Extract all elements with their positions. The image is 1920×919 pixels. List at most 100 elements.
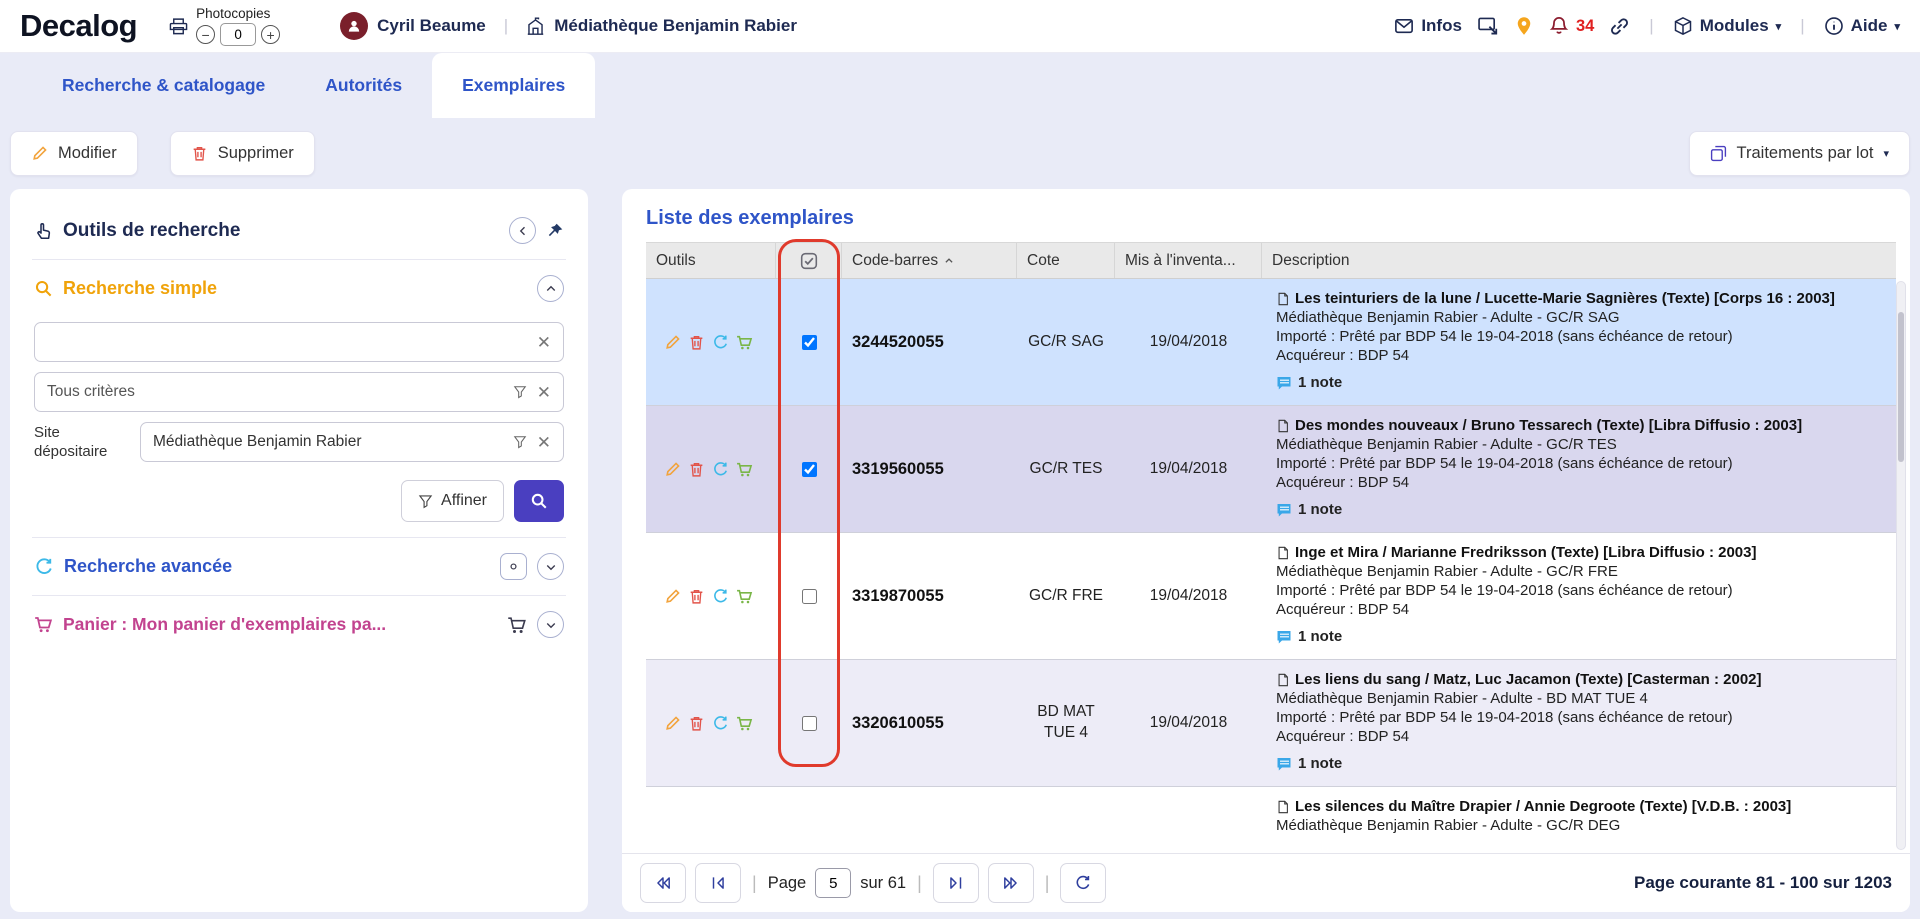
previous-page-button[interactable] (695, 863, 741, 903)
table-scrollbar[interactable] (1896, 281, 1906, 850)
panier-title[interactable]: Panier : Mon panier d'exemplaires pa... (63, 614, 386, 635)
exemplaires-panel: Liste des exemplaires Outils Code-barres… (622, 189, 1910, 912)
supprimer-button[interactable]: Supprimer (170, 131, 315, 176)
search-submit-button[interactable] (514, 480, 564, 522)
row-checkbox-cell (776, 462, 842, 477)
add-to-basket-icon[interactable] (736, 715, 753, 732)
row-checkbox[interactable] (802, 716, 817, 731)
separator: | (1645, 16, 1657, 36)
row-checkbox[interactable] (802, 462, 817, 477)
clear-site-icon[interactable]: ✕ (537, 434, 551, 451)
affiner-button[interactable]: Affiner (401, 480, 504, 522)
delete-icon[interactable] (688, 461, 705, 478)
document-icon (1276, 419, 1290, 433)
expand-section-button[interactable] (537, 553, 564, 580)
notice-title[interactable]: Les silences du Maître Drapier / Annie D… (1295, 797, 1791, 816)
table-row[interactable]: 3319560055 GC/R TES 19/04/2018 Des monde… (646, 406, 1896, 533)
pin-icon[interactable] (546, 222, 564, 240)
criteria-select[interactable]: Tous critères ✕ (34, 372, 564, 412)
collapse-panel-button[interactable] (509, 217, 536, 244)
infos-button[interactable]: Infos (1394, 16, 1462, 36)
tab-recherche-catalogage[interactable]: Recherche & catalogage (32, 53, 295, 118)
user-name: Cyril Beaume (377, 16, 486, 36)
remote-access-icon[interactable] (1477, 15, 1499, 37)
barcode: 3244520055 (842, 333, 1017, 352)
note-link[interactable]: 1 note (1276, 627, 1882, 646)
location-pin-icon[interactable] (1514, 16, 1534, 36)
filter-icon[interactable] (513, 435, 527, 449)
edit-icon (31, 145, 48, 162)
edit-icon[interactable] (664, 588, 681, 605)
collapse-section-button[interactable] (537, 275, 564, 302)
history-search-icon (34, 557, 54, 577)
notice-title[interactable]: Inge et Mira / Marianne Fredriksson (Tex… (1295, 543, 1756, 562)
history-icon[interactable] (712, 461, 729, 478)
row-tools (646, 334, 776, 351)
clear-criteria-icon[interactable]: ✕ (537, 384, 551, 401)
traitements-par-lot-button[interactable]: Traitements par lot ▾ (1689, 131, 1910, 176)
edit-icon[interactable] (664, 334, 681, 351)
notice-title[interactable]: Des mondes nouveaux / Bruno Tessarech (T… (1295, 416, 1802, 435)
recherche-avancee-title[interactable]: Recherche avancée (64, 556, 232, 577)
refresh-button[interactable] (1060, 863, 1106, 903)
add-to-basket-icon[interactable] (736, 334, 753, 351)
table-row[interactable]: 3320610055 BD MAT TUE 4 19/04/2018 Les l… (646, 660, 1896, 787)
history-icon[interactable] (712, 715, 729, 732)
filter-icon[interactable] (513, 385, 527, 399)
first-page-button[interactable] (640, 863, 686, 903)
modifier-button[interactable]: Modifier (10, 131, 138, 176)
notice-title[interactable]: Les teinturiers de la lune / Lucette-Mar… (1295, 289, 1835, 308)
site-value: Médiathèque Benjamin Rabier (153, 433, 503, 451)
comment-icon (1276, 375, 1292, 391)
cote: GC/R TES (1017, 459, 1115, 480)
scrollbar-thumb[interactable] (1898, 312, 1904, 462)
notification-count: 34 (1576, 17, 1594, 36)
link-icon[interactable] (1609, 16, 1630, 37)
column-cote[interactable]: Cote (1017, 243, 1115, 278)
delete-icon[interactable] (688, 588, 705, 605)
row-checkbox[interactable] (802, 335, 817, 350)
row-checkbox[interactable] (802, 589, 817, 604)
delete-icon[interactable] (688, 334, 705, 351)
aide-menu[interactable]: Aide ▾ (1824, 16, 1900, 36)
modules-menu[interactable]: Modules ▾ (1673, 16, 1781, 36)
column-outils[interactable]: Outils (646, 243, 776, 278)
history-icon[interactable] (712, 334, 729, 351)
expand-section-button[interactable] (537, 611, 564, 638)
notifications-button[interactable]: 34 (1549, 16, 1594, 36)
description-line: Médiathèque Benjamin Rabier - Adulte - G… (1276, 308, 1882, 327)
photocopies-minus-button[interactable]: − (196, 25, 215, 44)
tab-autorites[interactable]: Autorités (295, 53, 432, 118)
table-row[interactable]: 3319870055 GC/R FRE 19/04/2018 Inge et M… (646, 533, 1896, 660)
note-link[interactable]: 1 note (1276, 500, 1882, 519)
last-page-button[interactable] (988, 863, 1034, 903)
notice-title[interactable]: Les liens du sang / Matz, Luc Jacamon (T… (1295, 670, 1762, 689)
site-menu[interactable]: Médiathèque Benjamin Rabier (526, 16, 797, 36)
photocopies-input[interactable] (220, 23, 256, 46)
site-select[interactable]: Médiathèque Benjamin Rabier ✕ (140, 422, 564, 462)
cart-icon[interactable] (507, 615, 527, 635)
note-link[interactable]: 1 note (1276, 754, 1882, 773)
column-code-barres[interactable]: Code-barres (842, 243, 1017, 278)
photocopies-plus-button[interactable]: + (261, 25, 280, 44)
add-to-basket-icon[interactable] (736, 588, 753, 605)
tab-exemplaires[interactable]: Exemplaires (432, 53, 595, 118)
select-all-checkbox[interactable] (776, 243, 842, 278)
edit-icon[interactable] (664, 715, 681, 732)
note-link[interactable]: 1 note (1276, 373, 1882, 392)
add-to-basket-icon[interactable] (736, 461, 753, 478)
history-icon[interactable] (712, 588, 729, 605)
clear-search-icon[interactable]: ✕ (537, 334, 551, 351)
table-row[interactable]: 3244520055 GC/R SAG 19/04/2018 Les teint… (646, 279, 1896, 406)
open-window-icon[interactable] (500, 553, 527, 580)
delete-icon[interactable] (688, 715, 705, 732)
next-page-button[interactable] (933, 863, 979, 903)
user-menu[interactable]: Cyril Beaume (340, 12, 486, 40)
edit-icon[interactable] (664, 461, 681, 478)
search-input[interactable] (47, 333, 527, 351)
column-inventaire[interactable]: Mis à l'inventa... (1115, 243, 1262, 278)
column-description[interactable]: Description (1262, 243, 1896, 278)
info-icon (1824, 16, 1844, 36)
page-input[interactable] (815, 868, 851, 898)
description: Les teinturiers de la lune / Lucette-Mar… (1262, 279, 1896, 405)
